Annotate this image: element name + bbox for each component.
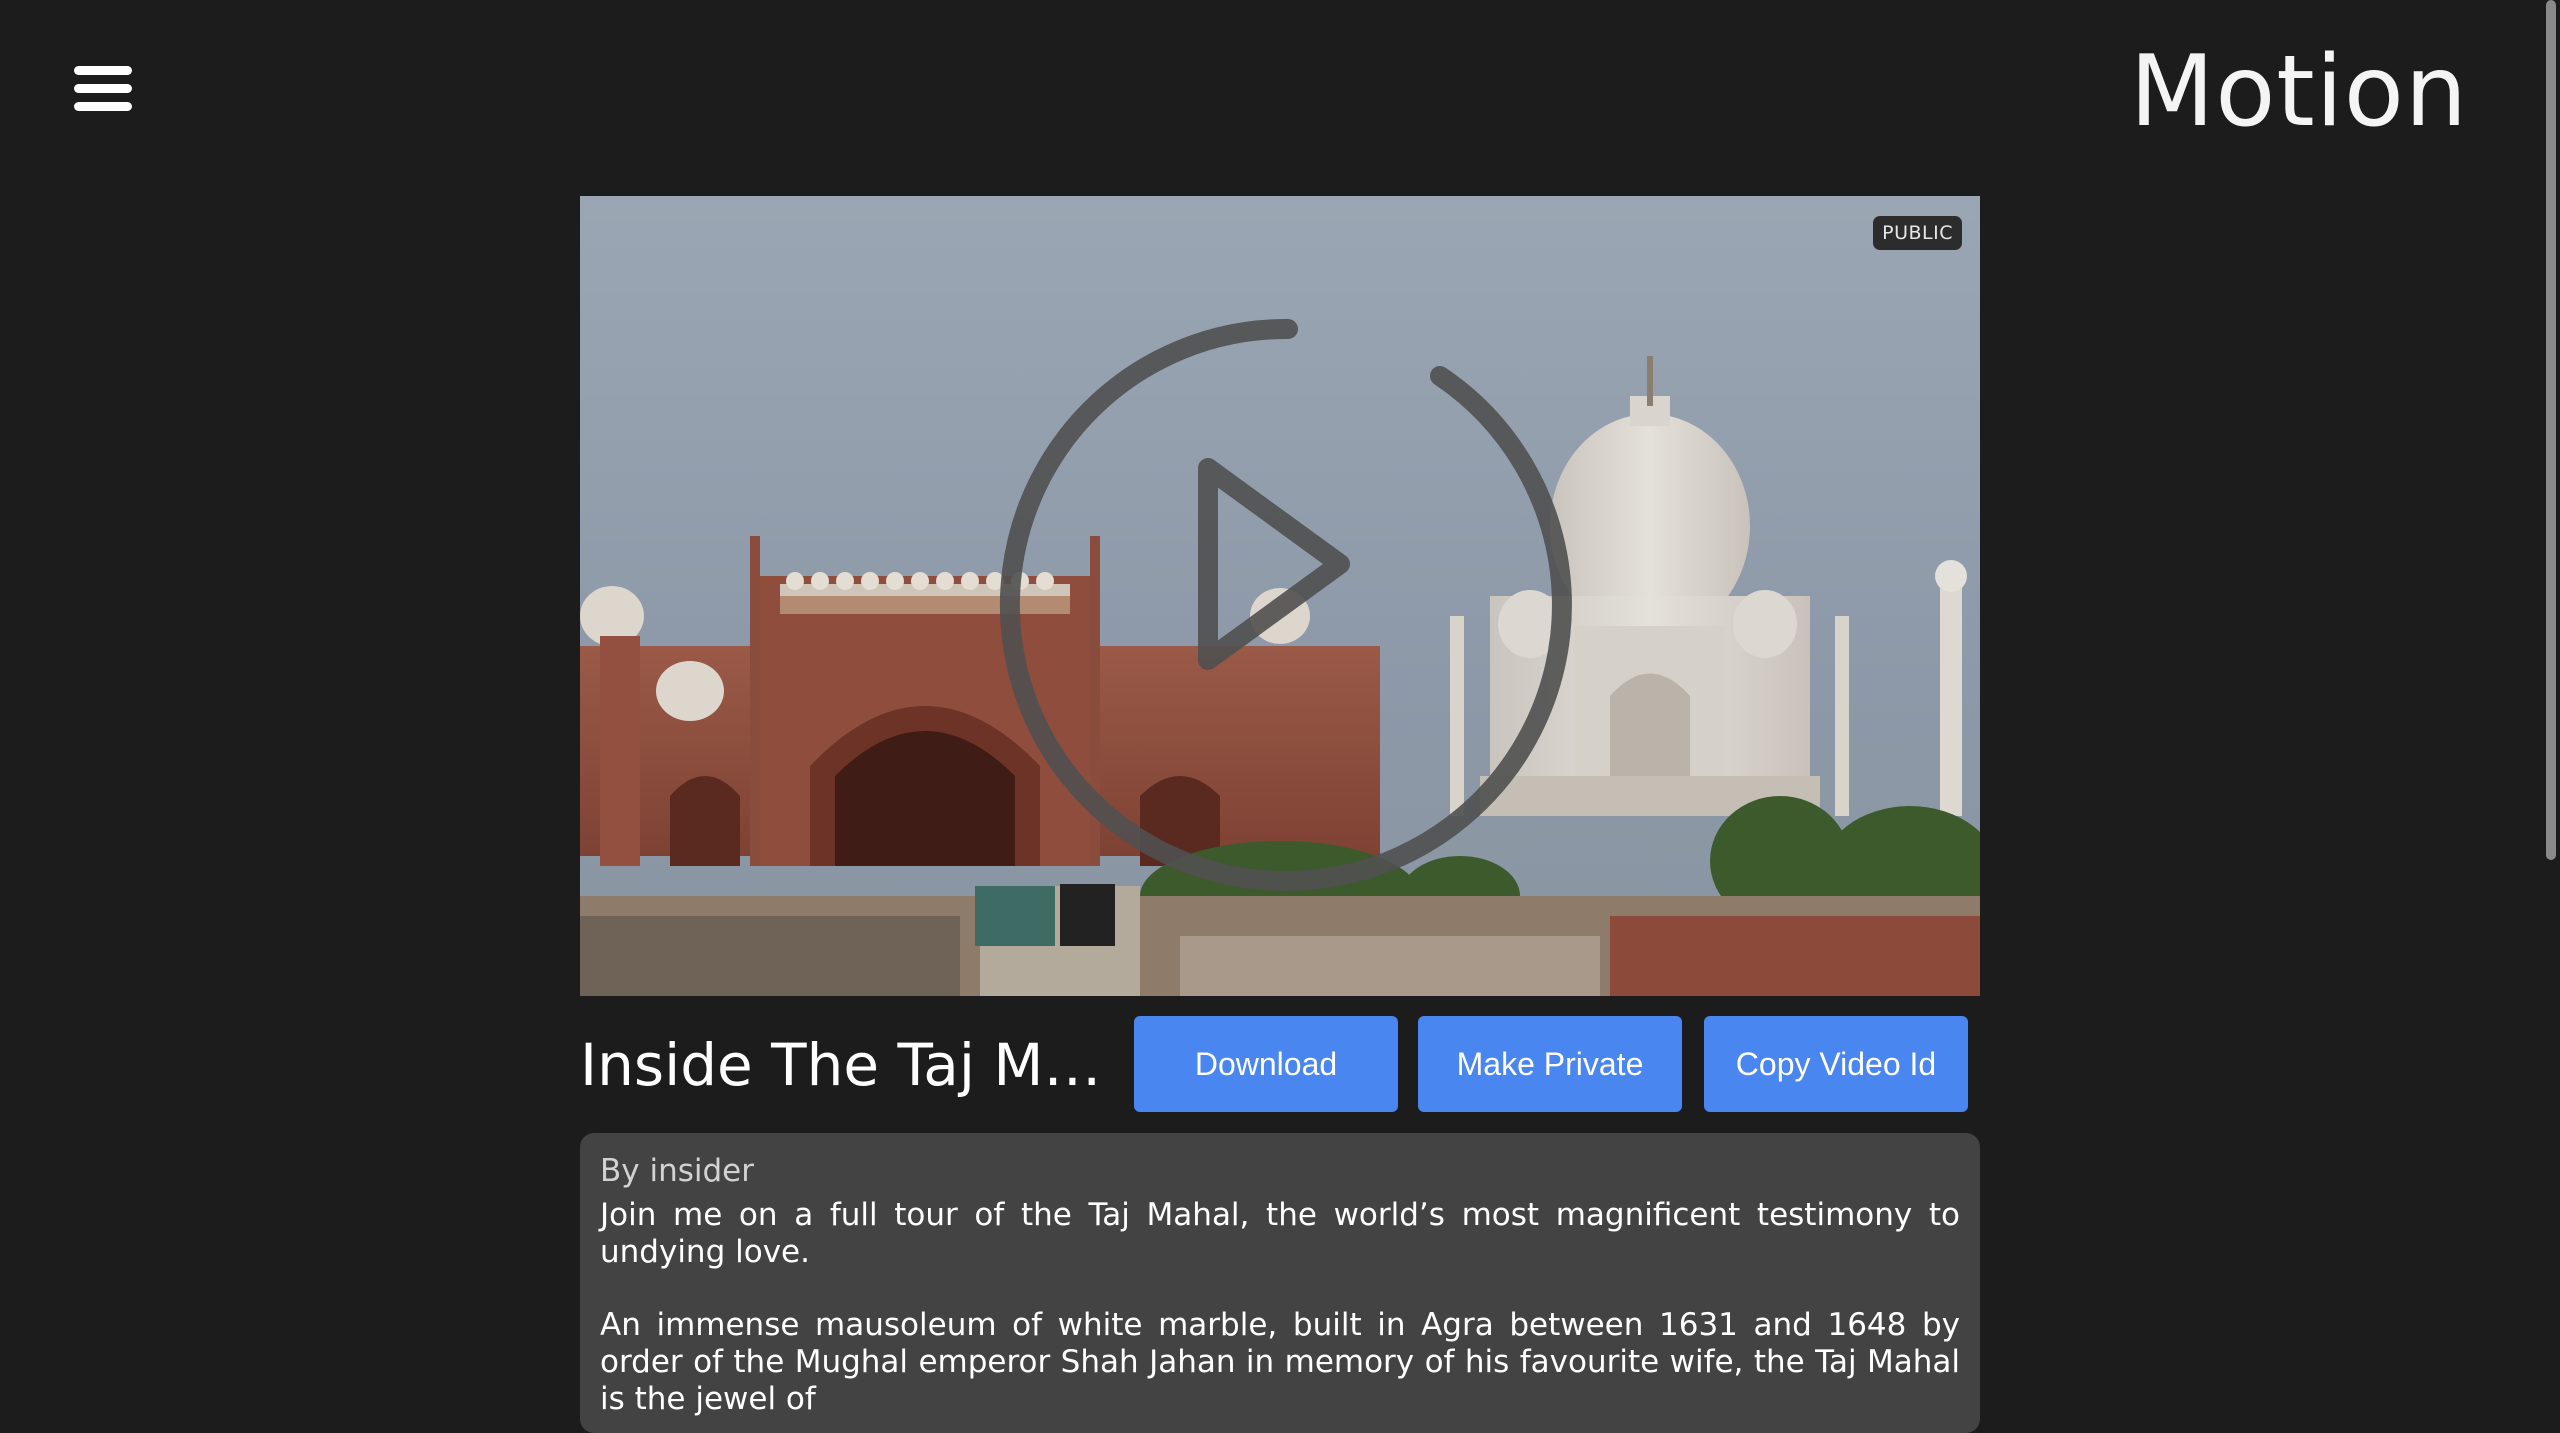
make-private-button[interactable]: Make Private (1418, 1016, 1682, 1112)
description-panel: By insider Join me on a full tour of the… (580, 1133, 1980, 1433)
video-title: Inside The Taj Mahal (580, 1031, 1120, 1099)
play-circle-icon[interactable] (580, 196, 1980, 996)
brand-logo[interactable]: Motion (2130, 30, 2468, 154)
video-action-row: Inside The Taj Mahal Download Make Priva… (580, 1014, 1980, 1114)
copy-video-id-button[interactable]: Copy Video Id (1704, 1016, 1968, 1112)
menu-line (74, 66, 132, 75)
download-button[interactable]: Download (1134, 1016, 1398, 1112)
menu-line (74, 84, 132, 93)
menu-line (74, 102, 132, 111)
author-line: By insider (600, 1153, 754, 1189)
hamburger-menu-icon[interactable] (74, 66, 132, 112)
video-player[interactable]: PUBLIC (580, 196, 1980, 996)
page-scrollbar[interactable] (2546, 0, 2556, 1378)
description-paragraph: Join me on a full tour of the Taj Mahal,… (600, 1197, 1960, 1270)
scrollbar-thumb[interactable] (2546, 0, 2556, 860)
description-paragraph: An immense mausoleum of white marble, bu… (600, 1307, 1960, 1417)
top-bar: Motion (0, 0, 2560, 180)
visibility-badge: PUBLIC (1873, 216, 1962, 250)
